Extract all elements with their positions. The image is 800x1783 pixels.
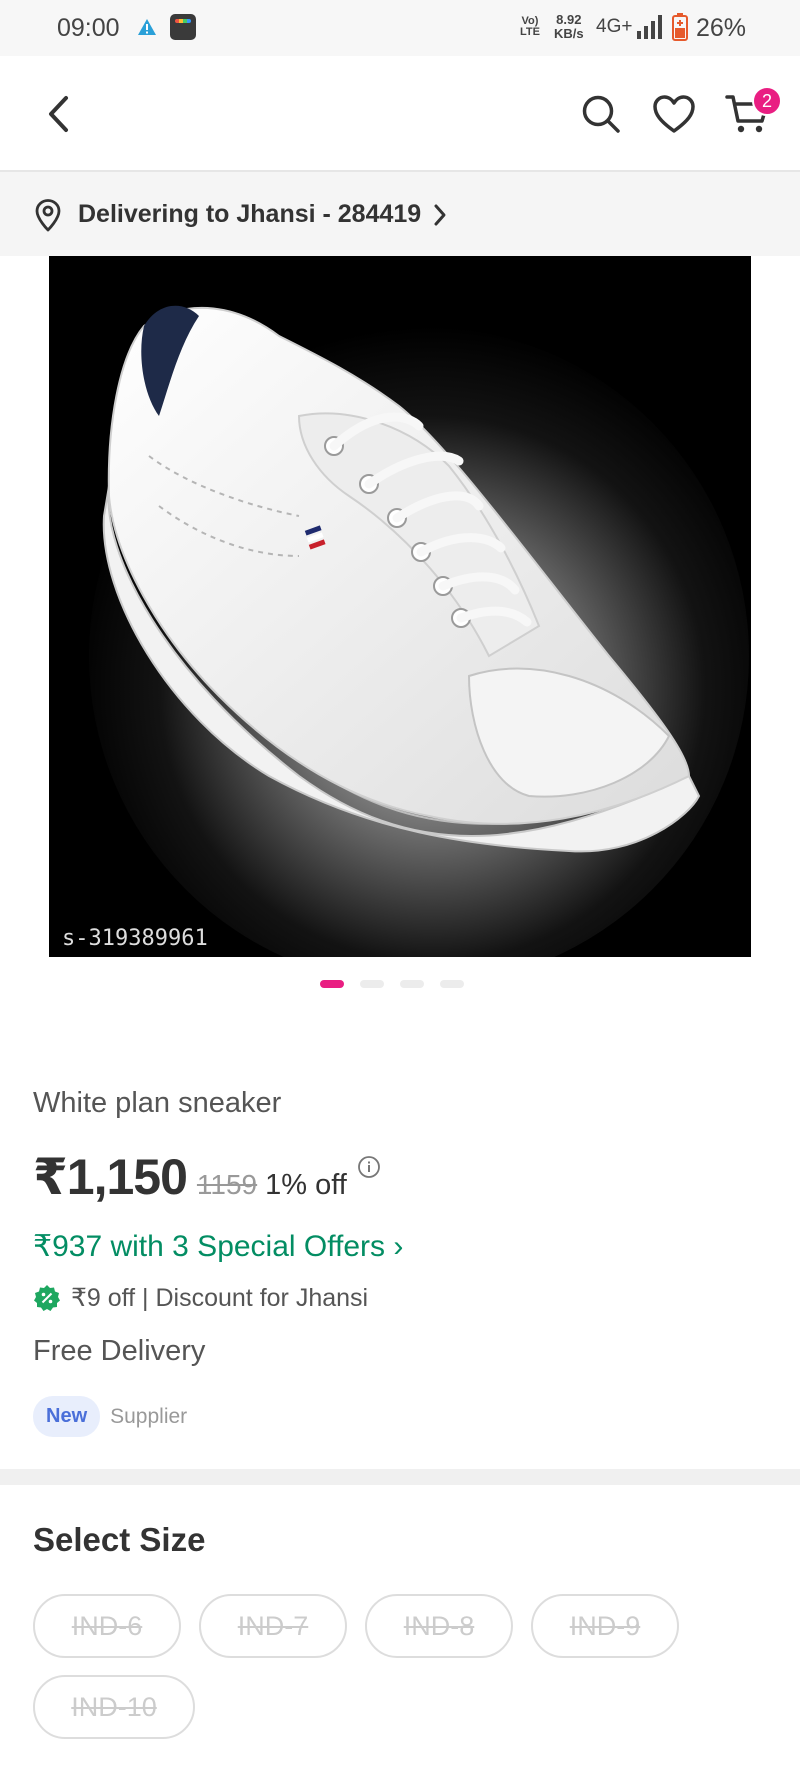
signal-icon <box>637 15 662 39</box>
supplier-label: Supplier <box>110 1404 188 1428</box>
supplier-row: New Supplier <box>33 1396 187 1437</box>
cart-count-badge: 2 <box>752 86 782 116</box>
warning-icon <box>138 19 156 35</box>
free-delivery-label: Free Delivery <box>33 1335 206 1367</box>
heart-icon <box>653 95 695 133</box>
discount-badge-icon <box>34 1285 60 1311</box>
price-current: ₹1,150 <box>33 1149 188 1205</box>
carousel-dot[interactable] <box>440 980 464 988</box>
search-button[interactable] <box>578 86 624 142</box>
image-carousel-indicator <box>0 980 800 988</box>
size-option[interactable]: IND-7 <box>199 1594 347 1658</box>
carousel-dot[interactable] <box>320 980 344 988</box>
battery-icon <box>672 13 688 41</box>
select-size-heading: Select Size <box>33 1521 206 1558</box>
sneaker-image <box>49 256 751 957</box>
app-header <box>0 56 800 172</box>
volte-icon: Vo) LTE <box>520 15 540 38</box>
section-divider <box>0 1469 800 1485</box>
size-option[interactable]: IND-6 <box>33 1594 181 1658</box>
carousel-dot[interactable] <box>400 980 424 988</box>
carousel-dot[interactable] <box>360 980 384 988</box>
delivery-location-text: Delivering to Jhansi - 284419 <box>78 200 422 228</box>
search-icon <box>582 95 620 133</box>
back-button[interactable] <box>36 86 80 142</box>
discount-percent: 1% off <box>265 1169 347 1201</box>
product-image[interactable]: s-319389961 <box>49 256 751 957</box>
status-bar: 09:00 Vo) LTE 8.92 KB/s 4G+ 26% <box>0 0 800 56</box>
location-discount-text: ₹9 off | Discount for Jhansi <box>71 1284 369 1312</box>
info-icon[interactable] <box>357 1155 381 1179</box>
size-option[interactable]: IND-8 <box>365 1594 513 1658</box>
chevron-right-icon <box>434 204 446 226</box>
location-pin-icon <box>35 199 61 232</box>
product-title: White plan sneaker <box>33 1087 282 1119</box>
new-supplier-badge: New <box>33 1396 101 1437</box>
location-discount: ₹9 off | Discount for Jhansi <box>33 1283 368 1313</box>
price-mrp: 1159 <box>196 1169 258 1200</box>
status-time: 09:00 <box>57 14 120 42</box>
size-option[interactable]: IND-9 <box>531 1594 679 1658</box>
battery-level: 26% <box>696 14 747 42</box>
app-notification-icon <box>170 14 196 40</box>
back-arrow-icon <box>49 96 68 132</box>
network-type: 4G+ <box>596 16 633 37</box>
delivery-location-bar[interactable]: Delivering to Jhansi - 284419 <box>0 172 800 256</box>
special-offers-link[interactable]: ₹937 with 3 Special Offers › <box>33 1229 403 1264</box>
product-image-id: s-319389961 <box>62 926 208 951</box>
network-speed: 8.92 KB/s <box>554 12 584 41</box>
size-option[interactable]: IND-10 <box>33 1675 195 1739</box>
price-row: ₹1,150 1159 1% off <box>33 1148 381 1206</box>
wishlist-button[interactable] <box>650 86 698 142</box>
